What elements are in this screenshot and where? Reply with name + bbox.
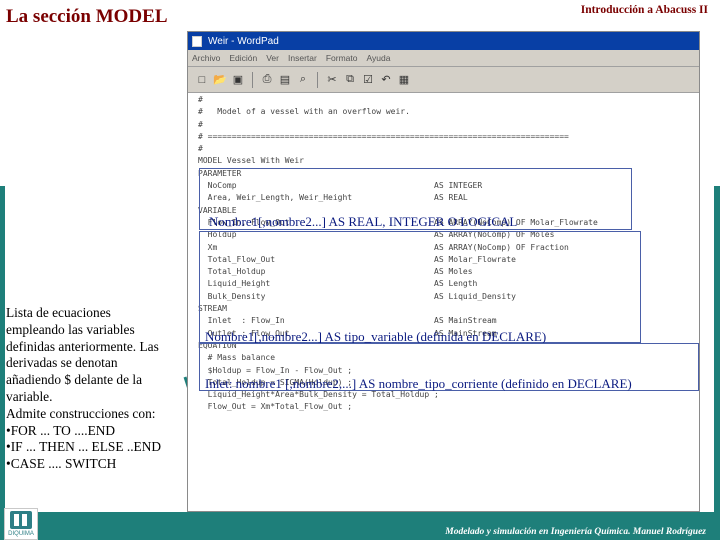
new-icon[interactable]: □ xyxy=(194,72,210,88)
menu-ver[interactable]: Ver xyxy=(266,53,279,63)
menu-bar: Archivo Edición Ver Insertar Formato Ayu… xyxy=(188,50,699,67)
code-line: # ======================================… xyxy=(198,131,569,141)
menu-formato[interactable]: Formato xyxy=(326,53,358,63)
note-line: Admite construcciones con: xyxy=(6,405,156,421)
print-icon[interactable]: ⎙ xyxy=(259,72,275,88)
toolbar: □ 📂 ▣ ⎙ ▤ ⌕ ✂ ⧉ ☑ ↶ ▦ xyxy=(188,67,699,93)
menu-edicion[interactable]: Edición xyxy=(229,53,257,63)
find-icon[interactable]: ⌕ xyxy=(295,72,311,88)
toolbar-separator xyxy=(317,71,318,88)
code-line: # Model of a vessel with an overflow wei… xyxy=(198,107,410,117)
menu-ayuda[interactable]: Ayuda xyxy=(366,53,390,63)
slide-title: La sección MODEL xyxy=(6,6,168,27)
undo-icon[interactable]: ↶ xyxy=(378,72,394,88)
wordpad-icon xyxy=(192,35,202,47)
print-preview-icon[interactable]: ▤ xyxy=(277,72,293,88)
logo-mark xyxy=(10,511,32,529)
note-line: derivadas se denotan xyxy=(6,355,118,371)
copy-icon[interactable]: ⧉ xyxy=(342,72,358,88)
toolbar-separator xyxy=(252,71,253,88)
note-line: •IF ... THEN ... ELSE ..END xyxy=(6,439,162,455)
note-line: •FOR ... TO ....END xyxy=(6,422,116,438)
menu-archivo[interactable]: Archivo xyxy=(192,53,220,63)
menu-insertar[interactable]: Insertar xyxy=(288,53,317,63)
insert-date-icon[interactable]: ▦ xyxy=(396,72,412,88)
note-line: Lista de ecuaciones xyxy=(6,305,111,320)
save-icon[interactable]: ▣ xyxy=(230,72,246,88)
note-line: empleando las variables xyxy=(6,321,135,337)
window-titlebar[interactable]: Weir - WordPad xyxy=(188,32,699,50)
stream-annotation: Inlet: nombre1 [,nombre2,...] AS nombre_… xyxy=(205,376,632,391)
variable-highlight-box xyxy=(199,231,641,343)
open-icon[interactable]: 📂 xyxy=(212,72,228,88)
cut-icon[interactable]: ✂ xyxy=(324,72,340,88)
window-title: Weir - WordPad xyxy=(208,35,279,47)
note-line: •CASE .... SWITCH xyxy=(6,456,117,472)
left-accent-bar xyxy=(0,186,5,514)
note-line: añadiendo $ delante de la xyxy=(6,372,143,388)
logo-text: DIQUIMA xyxy=(8,531,34,537)
code-line: MODEL Vessel With Weir xyxy=(198,156,304,166)
parameter-annotation: Nombre1[,nombre2...] AS REAL, INTEGER O … xyxy=(209,214,518,229)
course-title: Introducción a Abacuss II xyxy=(580,4,708,16)
university-logo: DIQUIMA xyxy=(4,508,38,540)
code-line: # xyxy=(198,119,203,129)
paste-icon[interactable]: ☑ xyxy=(360,72,376,88)
equation-notes: Lista de ecuaciones empleando las variab… xyxy=(6,305,182,473)
note-line: definidas anteriormente. Las xyxy=(6,338,159,354)
code-line: Flow_Out = Xm*Total_Flow_Out ; xyxy=(198,402,353,412)
footer-text: Modelado y simulación en Ingeniería Quím… xyxy=(445,527,706,537)
code-line: # xyxy=(198,144,203,154)
note-line: variable. xyxy=(6,388,53,404)
right-accent-bar xyxy=(714,186,720,514)
code-line: # xyxy=(198,95,203,104)
